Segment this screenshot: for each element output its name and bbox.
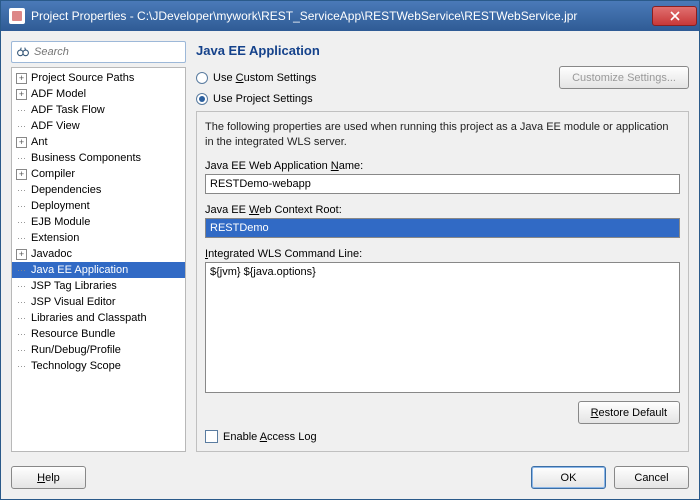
tree-item[interactable]: ··· ADF View xyxy=(12,118,185,134)
right-panel: Java EE Application Use Custom Settings … xyxy=(196,41,689,452)
tree-item-label: Extension xyxy=(31,232,79,244)
leaf-icon: ··· xyxy=(16,329,27,339)
tree-item[interactable]: ··· Libraries and Classpath xyxy=(12,310,185,326)
leaf-icon: ··· xyxy=(16,297,27,307)
tree-item-label: EJB Module xyxy=(31,216,90,228)
app-icon xyxy=(9,8,25,24)
use-custom-label: Use Custom Settings xyxy=(213,72,316,84)
expand-icon[interactable]: + xyxy=(16,137,27,148)
leaf-icon: ··· xyxy=(16,345,27,355)
leaf-icon: ··· xyxy=(16,265,27,275)
tree-item[interactable]: + Javadoc xyxy=(12,246,185,262)
tree-item[interactable]: + Project Source Paths xyxy=(12,70,185,86)
window-title: Project Properties - C:\JDeveloper\mywor… xyxy=(31,9,652,23)
leaf-icon: ··· xyxy=(16,233,27,243)
project-properties-dialog: Project Properties - C:\JDeveloper\mywor… xyxy=(0,0,700,500)
cmd-line-textarea[interactable]: ${jvm} ${java.options} xyxy=(205,262,680,393)
use-project-label: Use Project Settings xyxy=(213,93,313,105)
tree-item[interactable]: ··· JSP Visual Editor xyxy=(12,294,185,310)
tree-item[interactable]: ··· JSP Tag Libraries xyxy=(12,278,185,294)
tree-item[interactable]: ··· Java EE Application xyxy=(12,262,185,278)
expand-icon[interactable]: + xyxy=(16,89,27,100)
search-input[interactable] xyxy=(34,46,181,58)
tree-item-label: Java EE Application xyxy=(31,264,128,276)
tree-item[interactable]: ··· Business Components xyxy=(12,150,185,166)
search-field[interactable] xyxy=(11,41,186,63)
tree-item-label: Ant xyxy=(31,136,48,148)
tree-item-label: Compiler xyxy=(31,168,75,180)
tree-item-label: ADF View xyxy=(31,120,80,132)
tree-item[interactable]: ··· EJB Module xyxy=(12,214,185,230)
leaf-icon: ··· xyxy=(16,121,27,131)
customize-settings-button: Customize Settings... xyxy=(559,66,689,89)
tree-item-label: Dependencies xyxy=(31,184,101,196)
cancel-button[interactable]: Cancel xyxy=(614,466,689,489)
dialog-footer: Help OK Cancel xyxy=(1,462,699,499)
category-tree[interactable]: + Project Source Paths + ADF Model ··· ADF Ta… xyxy=(11,67,186,452)
tree-item[interactable]: + Ant xyxy=(12,134,185,150)
expand-icon[interactable]: + xyxy=(16,73,27,84)
leaf-icon: ··· xyxy=(16,281,27,291)
cmd-line-label: Integrated WLS Command Line: xyxy=(205,248,680,260)
leaf-icon: ··· xyxy=(16,105,27,115)
tree-item[interactable]: + ADF Model xyxy=(12,86,185,102)
tree-item-label: JSP Visual Editor xyxy=(31,296,116,308)
leaf-icon: ··· xyxy=(16,361,27,371)
help-button[interactable]: Help xyxy=(11,466,86,489)
tree-item-label: Business Components xyxy=(31,152,141,164)
tree-item[interactable]: ··· Technology Scope xyxy=(12,358,185,374)
tree-item[interactable]: ··· ADF Task Flow xyxy=(12,102,185,118)
leaf-icon: ··· xyxy=(16,153,27,163)
tree-item-label: Resource Bundle xyxy=(31,328,115,340)
leaf-icon: ··· xyxy=(16,185,27,195)
tree-item[interactable]: ··· Run/Debug/Profile xyxy=(12,342,185,358)
tree-item[interactable]: ··· Extension xyxy=(12,230,185,246)
leaf-icon: ··· xyxy=(16,313,27,323)
access-log-row[interactable]: Enable Access Log xyxy=(205,430,680,443)
use-project-row[interactable]: Use Project Settings xyxy=(196,91,689,107)
tree-item[interactable]: + Compiler xyxy=(12,166,185,182)
tree-item-label: Project Source Paths xyxy=(31,72,134,84)
app-name-input[interactable] xyxy=(205,174,680,194)
tree-item-label: ADF Task Flow xyxy=(31,104,105,116)
dialog-body: + Project Source Paths + ADF Model ··· ADF Ta… xyxy=(1,31,699,462)
tree-item[interactable]: ··· Dependencies xyxy=(12,182,185,198)
leaf-icon: ··· xyxy=(16,217,27,227)
tree-item-label: ADF Model xyxy=(31,88,86,100)
tree-item-label: JSP Tag Libraries xyxy=(31,280,117,292)
tree-item[interactable]: ··· Resource Bundle xyxy=(12,326,185,342)
titlebar[interactable]: Project Properties - C:\JDeveloper\mywor… xyxy=(1,1,699,31)
tree-item-label: Run/Debug/Profile xyxy=(31,344,121,356)
settings-group: The following properties are used when r… xyxy=(196,111,689,452)
binoculars-icon xyxy=(16,45,30,59)
tree-item-label: Libraries and Classpath xyxy=(31,312,147,324)
left-column: + Project Source Paths + ADF Model ··· ADF Ta… xyxy=(11,41,186,452)
close-button[interactable] xyxy=(652,6,697,26)
use-custom-radio[interactable] xyxy=(196,72,208,84)
tree-item-label: Deployment xyxy=(31,200,90,212)
use-custom-row[interactable]: Use Custom Settings Customize Settings..… xyxy=(196,64,689,91)
tree-item[interactable]: ··· Deployment xyxy=(12,198,185,214)
settings-description: The following properties are used when r… xyxy=(205,120,680,150)
access-log-label: Enable Access Log xyxy=(223,431,317,443)
panel-title: Java EE Application xyxy=(196,41,689,64)
tree-item-label: Technology Scope xyxy=(31,360,121,372)
ok-button[interactable]: OK xyxy=(531,466,606,489)
leaf-icon: ··· xyxy=(16,201,27,211)
app-name-label: Java EE Web Application Name: xyxy=(205,160,680,172)
expand-icon[interactable]: + xyxy=(16,169,27,180)
context-root-label: Java EE Web Context Root: xyxy=(205,204,680,216)
use-project-radio[interactable] xyxy=(196,93,208,105)
restore-default-button[interactable]: Restore Default xyxy=(578,401,680,424)
context-root-input[interactable]: RESTDemo xyxy=(205,218,680,238)
expand-icon[interactable]: + xyxy=(16,249,27,260)
tree-item-label: Javadoc xyxy=(31,248,72,260)
access-log-checkbox[interactable] xyxy=(205,430,218,443)
